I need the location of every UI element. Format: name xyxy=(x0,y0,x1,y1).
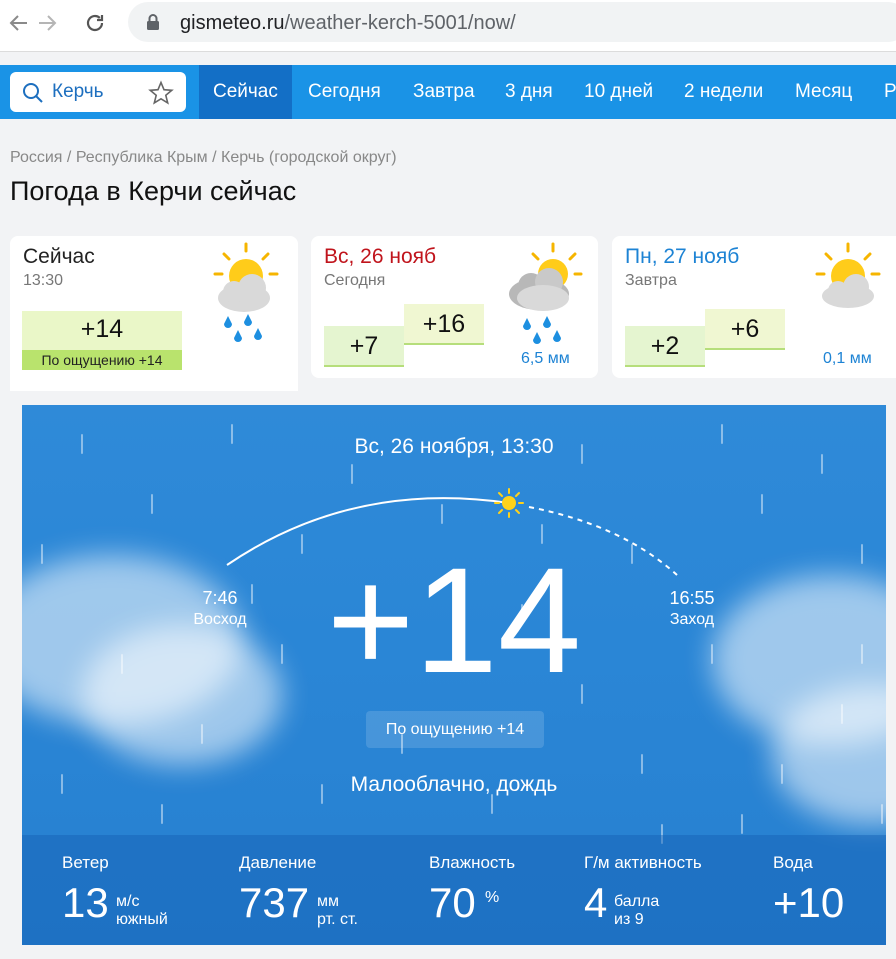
current-temp-box: +14 По ощущению +14 xyxy=(22,311,182,370)
stat-label: Давление xyxy=(239,853,317,872)
stat-pressure[interactable]: Давление 737 мм рт. ст. xyxy=(239,853,358,928)
current-datetime: Вс, 26 ноября, 13:30 xyxy=(354,435,554,458)
stat-label: Г/м активность xyxy=(584,853,702,872)
forward-button[interactable] xyxy=(32,8,62,38)
reload-button[interactable] xyxy=(80,8,110,38)
current-weather-card: Вс, 26 ноября, 13:30 7:46 Восход 16:55 З… xyxy=(22,405,886,945)
temp-max: +16 xyxy=(422,310,466,338)
breadcrumb-region[interactable]: Республика Крым xyxy=(76,149,208,166)
temp-max-box: +16 xyxy=(404,304,484,345)
weather-description: Малооблачно, дождь xyxy=(350,773,558,796)
temp-max-box: +6 xyxy=(705,309,785,350)
sun-cloud-rain-icon xyxy=(509,242,583,344)
humidity-value: 70 xyxy=(429,879,476,926)
arrow-right-icon xyxy=(39,15,57,31)
pressure-unit: мм xyxy=(317,893,339,910)
breadcrumb-separator: / xyxy=(66,149,76,166)
water-temp: +10 xyxy=(773,879,845,926)
page-title: Погода в Керчи сейчас xyxy=(10,176,297,206)
precipitation-amount: 6,5 мм xyxy=(521,350,570,367)
sun-position-icon xyxy=(494,488,524,518)
temp-min-box: +7 xyxy=(324,326,404,367)
tab-2-weeks[interactable]: 2 недели xyxy=(684,65,763,119)
browser-toolbar: gismeteo.ru/weather-kerch-5001/now/ xyxy=(0,0,896,52)
stat-label: Вода xyxy=(773,853,813,872)
stat-label: Влажность xyxy=(429,853,516,872)
back-button[interactable] xyxy=(4,8,34,38)
weather-stats-bar: Ветер 13 м/с южный Давление 737 мм рт. с… xyxy=(22,835,886,945)
temp-min-box: +2 xyxy=(625,326,705,367)
tab-today[interactable]: Сегодня xyxy=(308,65,381,119)
search-input[interactable]: Керчь xyxy=(52,81,104,103)
breadcrumb: Россия / Республика Крым / Керчь (городс… xyxy=(10,149,397,167)
tab-tomorrow[interactable]: Завтра xyxy=(413,65,475,119)
geomagnetic-unit: балла xyxy=(614,893,660,910)
temp-max: +6 xyxy=(730,315,760,343)
stat-geomagnetic[interactable]: Г/м активность 4 балла из 9 xyxy=(584,853,702,928)
wind-speed: 13 xyxy=(62,879,109,926)
forecast-tab-subtitle: Завтра xyxy=(625,272,677,289)
star-icon[interactable] xyxy=(148,80,174,106)
tab-now[interactable]: Сейчас xyxy=(199,65,292,119)
breadcrumb-separator: / xyxy=(212,149,221,166)
feels-like-badge: По ощущению +14 xyxy=(366,711,544,748)
tab-month[interactable]: Месяц xyxy=(795,65,852,119)
forecast-tab-subtitle: Сегодня xyxy=(324,272,386,289)
wind-unit: м/с xyxy=(116,893,140,910)
wind-direction: южный xyxy=(116,911,168,928)
tab-10-days[interactable]: 10 дней xyxy=(584,65,653,119)
stat-label: Ветер xyxy=(62,853,109,872)
current-temperature: +14 xyxy=(326,536,582,704)
sun-cloud-rain-icon xyxy=(213,242,279,342)
breadcrumb-district[interactable]: Керчь (городской округ) xyxy=(221,149,397,166)
temp-min: +2 xyxy=(650,332,680,360)
forecast-tab-today[interactable]: Вс, 26 нояб Сегодня +7 +16 6,5 мм xyxy=(311,236,598,378)
humidity-unit: % xyxy=(485,889,500,906)
temp-min: +7 xyxy=(349,332,379,360)
stat-humidity[interactable]: Влажность 70 % xyxy=(429,853,516,926)
feels-like-label: По ощущению +14 xyxy=(22,350,182,370)
stat-water[interactable]: Вода +10 xyxy=(773,853,844,926)
forecast-tab-title: Пн, 27 нояб xyxy=(625,245,740,268)
forecast-tab-tomorrow[interactable]: Пн, 27 нояб Завтра +2 +6 0,1 мм xyxy=(612,236,896,378)
stat-wind[interactable]: Ветер 13 м/с южный xyxy=(62,853,168,928)
geomagnetic-value: 4 xyxy=(584,879,608,926)
breadcrumb-country[interactable]: Россия xyxy=(10,149,62,166)
arrow-left-icon xyxy=(9,15,27,31)
main-navigation: Керчь Сейчас Сегодня Завтра 3 дня 10 дне… xyxy=(0,65,896,119)
pressure-unit-2: рт. ст. xyxy=(317,911,358,928)
tab-3-days[interactable]: 3 дня xyxy=(505,65,553,119)
forecast-tab-now[interactable]: Сейчас 13:30 +14 По ощущению +14 xyxy=(10,236,298,391)
lock-icon xyxy=(147,14,159,30)
address-bar[interactable]: gismeteo.ru/weather-kerch-5001/now/ xyxy=(128,2,896,42)
current-temp-value: +14 xyxy=(80,315,124,343)
precipitation-amount: 0,1 мм xyxy=(823,350,872,367)
reload-icon xyxy=(86,14,104,32)
city-search[interactable]: Керчь xyxy=(10,72,186,112)
forecast-tab-time: 13:30 xyxy=(23,272,64,289)
forecast-tab-title: Сейчас xyxy=(23,245,95,268)
tab-more[interactable]: Р xyxy=(884,65,896,119)
forecast-tab-title: Вс, 26 нояб xyxy=(324,245,437,268)
search-icon xyxy=(23,83,43,103)
pressure-value: 737 xyxy=(239,879,310,926)
sun-cloud-icon xyxy=(815,242,881,308)
geomagnetic-scale: из 9 xyxy=(614,911,644,928)
url-text: gismeteo.ru/weather-kerch-5001/now/ xyxy=(180,12,516,34)
